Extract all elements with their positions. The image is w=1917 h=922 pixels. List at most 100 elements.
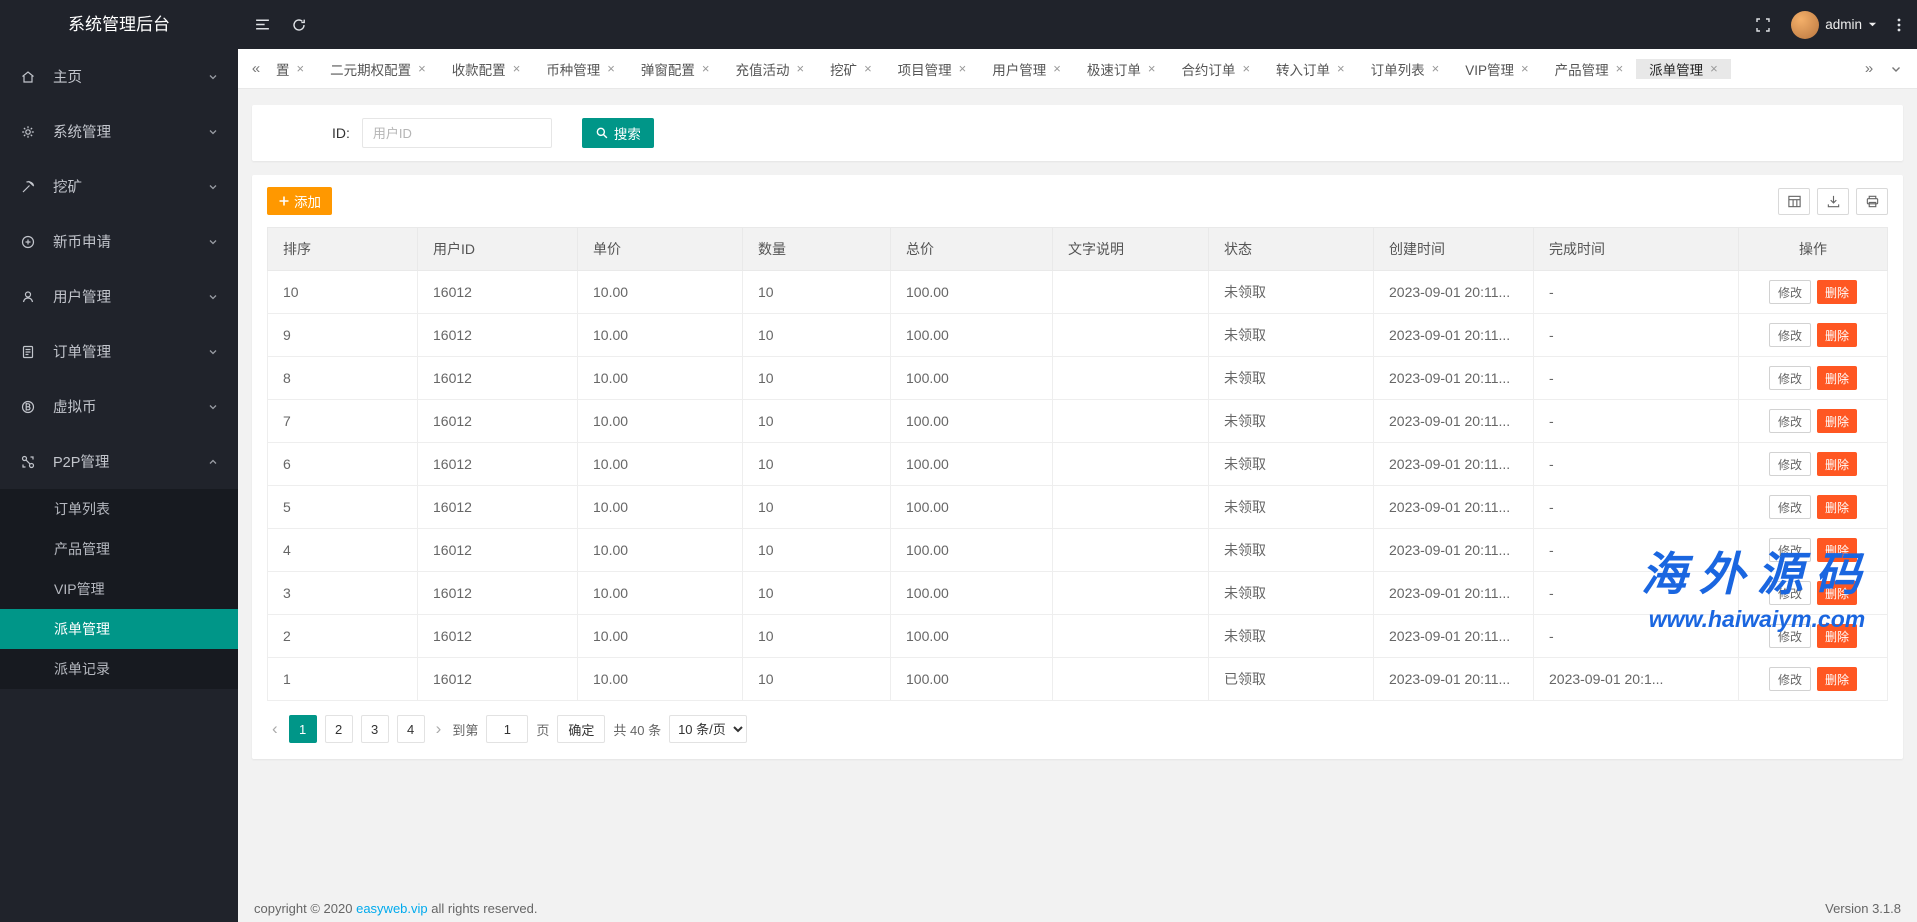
tab-close-icon[interactable]: × bbox=[796, 62, 804, 75]
tab-10[interactable]: 极速订单× bbox=[1074, 59, 1169, 79]
delete-button[interactable]: 删除 bbox=[1817, 624, 1857, 648]
export-button[interactable] bbox=[1817, 188, 1849, 215]
tab-5[interactable]: 弹窗配置× bbox=[628, 59, 723, 79]
tab-close-icon[interactable]: × bbox=[297, 62, 305, 75]
edit-button[interactable]: 修改 bbox=[1769, 280, 1811, 304]
footer-link[interactable]: easyweb.vip bbox=[356, 901, 428, 916]
tab-12[interactable]: 转入订单× bbox=[1263, 59, 1358, 79]
edit-button[interactable]: 修改 bbox=[1769, 624, 1811, 648]
sidebar-subitem-5[interactable]: 派单记录 bbox=[0, 649, 238, 689]
edit-button[interactable]: 修改 bbox=[1769, 581, 1811, 605]
print-button[interactable] bbox=[1856, 188, 1888, 215]
sidebar-item-3[interactable]: 挖矿 bbox=[0, 159, 238, 214]
sidebar-item-4[interactable]: 新币申请 bbox=[0, 214, 238, 269]
user-menu[interactable]: admin bbox=[1791, 11, 1877, 39]
tab-9[interactable]: 用户管理× bbox=[979, 59, 1074, 79]
edit-button[interactable]: 修改 bbox=[1769, 323, 1811, 347]
tab-close-icon[interactable]: × bbox=[864, 62, 872, 75]
delete-button[interactable]: 删除 bbox=[1817, 409, 1857, 433]
jump-label: 到第 bbox=[452, 720, 478, 739]
cell-actions: 修改删除 bbox=[1739, 314, 1888, 357]
edit-button[interactable]: 修改 bbox=[1769, 538, 1811, 562]
fullscreen-icon[interactable] bbox=[1755, 17, 1771, 33]
delete-button[interactable]: 删除 bbox=[1817, 280, 1857, 304]
tab-close-icon[interactable]: × bbox=[513, 62, 521, 75]
page-button-4[interactable]: 4 bbox=[397, 715, 425, 743]
tab-close-icon[interactable]: × bbox=[607, 62, 615, 75]
tab-7[interactable]: 挖矿× bbox=[817, 59, 885, 79]
tab-close-icon[interactable]: × bbox=[1521, 62, 1529, 75]
edit-button[interactable]: 修改 bbox=[1769, 366, 1811, 390]
sidebar-item-label: 虚拟币 bbox=[53, 396, 208, 417]
next-page-icon[interactable]: › bbox=[433, 719, 445, 739]
cell-actions: 修改删除 bbox=[1739, 658, 1888, 701]
jump-page-input[interactable] bbox=[486, 715, 528, 743]
search-button[interactable]: 搜索 bbox=[582, 118, 654, 148]
sidebar-toggle-icon[interactable] bbox=[254, 16, 271, 33]
sidebar-item-7[interactable]: 虚拟币 bbox=[0, 379, 238, 434]
tab-close-icon[interactable]: × bbox=[1242, 62, 1250, 75]
sidebar-item-8[interactable]: P2P管理 bbox=[0, 434, 238, 489]
delete-button[interactable]: 删除 bbox=[1817, 323, 1857, 347]
cell-created: 2023-09-01 20:11... bbox=[1374, 572, 1534, 615]
sidebar-subitem-3[interactable]: VIP管理 bbox=[0, 569, 238, 609]
kebab-menu-icon[interactable] bbox=[1897, 17, 1901, 33]
cell-sort: 3 bbox=[268, 572, 418, 615]
delete-button[interactable]: 删除 bbox=[1817, 667, 1857, 691]
tab-4[interactable]: 币种管理× bbox=[533, 59, 628, 79]
tab-14[interactable]: VIP管理× bbox=[1452, 59, 1541, 79]
table-row: 61601210.0010100.00未领取2023-09-01 20:11..… bbox=[268, 443, 1888, 486]
tab-close-icon[interactable]: × bbox=[418, 62, 426, 75]
delete-button[interactable]: 删除 bbox=[1817, 366, 1857, 390]
tab-1[interactable]: 置× bbox=[270, 59, 317, 79]
edit-button[interactable]: 修改 bbox=[1769, 452, 1811, 476]
tab-2[interactable]: 二元期权配置× bbox=[317, 59, 439, 79]
sidebar-subitem-1[interactable]: 订单列表 bbox=[0, 489, 238, 529]
tab-close-icon[interactable]: × bbox=[702, 62, 710, 75]
tab-6[interactable]: 充值活动× bbox=[722, 59, 817, 79]
tab-close-icon[interactable]: × bbox=[1432, 62, 1440, 75]
page-button-3[interactable]: 3 bbox=[361, 715, 389, 743]
page-button-1[interactable]: 1 bbox=[289, 715, 317, 743]
tab-scroll-right-icon[interactable]: » bbox=[1855, 60, 1883, 77]
tab-collapse-icon[interactable] bbox=[1883, 63, 1909, 75]
delete-button[interactable]: 删除 bbox=[1817, 538, 1857, 562]
delete-button[interactable]: 删除 bbox=[1817, 495, 1857, 519]
tab-close-icon[interactable]: × bbox=[1710, 62, 1718, 75]
add-button[interactable]: 添加 bbox=[267, 187, 332, 215]
tab-8[interactable]: 项目管理× bbox=[885, 59, 980, 79]
edit-button[interactable]: 修改 bbox=[1769, 409, 1811, 433]
tab-close-icon[interactable]: × bbox=[1616, 62, 1624, 75]
tab-close-icon[interactable]: × bbox=[1053, 62, 1061, 75]
edit-button[interactable]: 修改 bbox=[1769, 495, 1811, 519]
tab-15[interactable]: 产品管理× bbox=[1542, 59, 1637, 79]
column-settings-button[interactable] bbox=[1778, 188, 1810, 215]
chevron-down-icon bbox=[208, 72, 218, 82]
edit-button[interactable]: 修改 bbox=[1769, 667, 1811, 691]
refresh-icon[interactable] bbox=[291, 17, 307, 33]
sidebar-subitem-4[interactable]: 派单管理 bbox=[0, 609, 238, 649]
tab-13[interactable]: 订单列表× bbox=[1358, 59, 1453, 79]
jump-confirm-button[interactable]: 确定 bbox=[557, 715, 605, 743]
sidebar-item-1[interactable]: 主页 bbox=[0, 49, 238, 104]
delete-button[interactable]: 删除 bbox=[1817, 452, 1857, 476]
sidebar-item-6[interactable]: 订单管理 bbox=[0, 324, 238, 379]
tab-close-icon[interactable]: × bbox=[1337, 62, 1345, 75]
tab-bar: « 置×二元期权配置×收款配置×币种管理×弹窗配置×充值活动×挖矿×项目管理×用… bbox=[238, 49, 1917, 89]
tab-close-icon[interactable]: × bbox=[959, 62, 967, 75]
page-button-2[interactable]: 2 bbox=[325, 715, 353, 743]
tab-16[interactable]: 派单管理× bbox=[1636, 59, 1731, 79]
tab-close-icon[interactable]: × bbox=[1148, 62, 1156, 75]
sidebar-item-2[interactable]: 系统管理 bbox=[0, 104, 238, 159]
cell-qty: 10 bbox=[743, 400, 891, 443]
tab-3[interactable]: 收款配置× bbox=[439, 59, 534, 79]
tab-11[interactable]: 合约订单× bbox=[1168, 59, 1263, 79]
prev-page-icon[interactable]: ‹ bbox=[269, 719, 281, 739]
mining-icon bbox=[20, 179, 44, 195]
sidebar-item-5[interactable]: 用户管理 bbox=[0, 269, 238, 324]
per-page-select[interactable]: 10 条/页 bbox=[669, 715, 747, 743]
sidebar-subitem-2[interactable]: 产品管理 bbox=[0, 529, 238, 569]
search-input[interactable] bbox=[362, 118, 552, 148]
delete-button[interactable]: 删除 bbox=[1817, 581, 1857, 605]
tab-scroll-left-icon[interactable]: « bbox=[242, 60, 270, 77]
